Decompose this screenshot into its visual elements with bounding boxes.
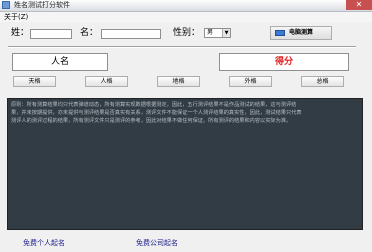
window-title: 姓名测试打分软件 (14, 1, 70, 9)
grid-button-zong[interactable]: 总格 (301, 76, 344, 87)
grid-button-tian[interactable]: 天格 (13, 76, 56, 87)
close-button[interactable]: ✕ (346, 0, 372, 10)
result-panel[interactable]: 原则：所有测算结果均只代表弹道动态，所有测算实现数据根据测定，因此，五行测评结果… (7, 98, 363, 230)
divider (8, 46, 356, 48)
menu-bar: 关于(Z) (0, 12, 372, 22)
given-name-label: 名： (80, 28, 99, 38)
grid-button-di[interactable]: 地格 (157, 76, 200, 87)
gender-value: 男 (207, 29, 214, 36)
result-description: 原则：所有测算结果均只代表弹道动态，所有测算实现数据根据测定，因此，五行测评结果… (11, 102, 302, 124)
app-icon (2, 1, 10, 9)
title-bar: 姓名测试打分软件 ✕ (0, 0, 372, 12)
surname-field[interactable] (30, 29, 72, 39)
calculate-button[interactable]: 电脑测算 (270, 26, 332, 40)
gender-select[interactable]: 男 ▼ (204, 28, 231, 38)
gender-label: 性别： (173, 28, 201, 38)
menu-about[interactable]: 关于(Z) (4, 12, 28, 22)
free-company-naming-link[interactable]: 免费公司起名 (136, 239, 178, 248)
score-display: 得分 (219, 53, 349, 71)
free-personal-naming-link[interactable]: 免费个人起名 (23, 239, 65, 248)
computer-icon (275, 30, 285, 36)
grid-button-ren[interactable]: 人格 (85, 76, 128, 87)
grid-button-wai[interactable]: 外格 (229, 76, 272, 87)
chevron-down-icon[interactable]: ▼ (222, 29, 230, 37)
given-name-field[interactable] (101, 29, 161, 39)
surname-label: 姓： (11, 28, 30, 38)
name-display: 人名 (12, 53, 108, 71)
calculate-button-label: 电脑测算 (289, 29, 314, 36)
